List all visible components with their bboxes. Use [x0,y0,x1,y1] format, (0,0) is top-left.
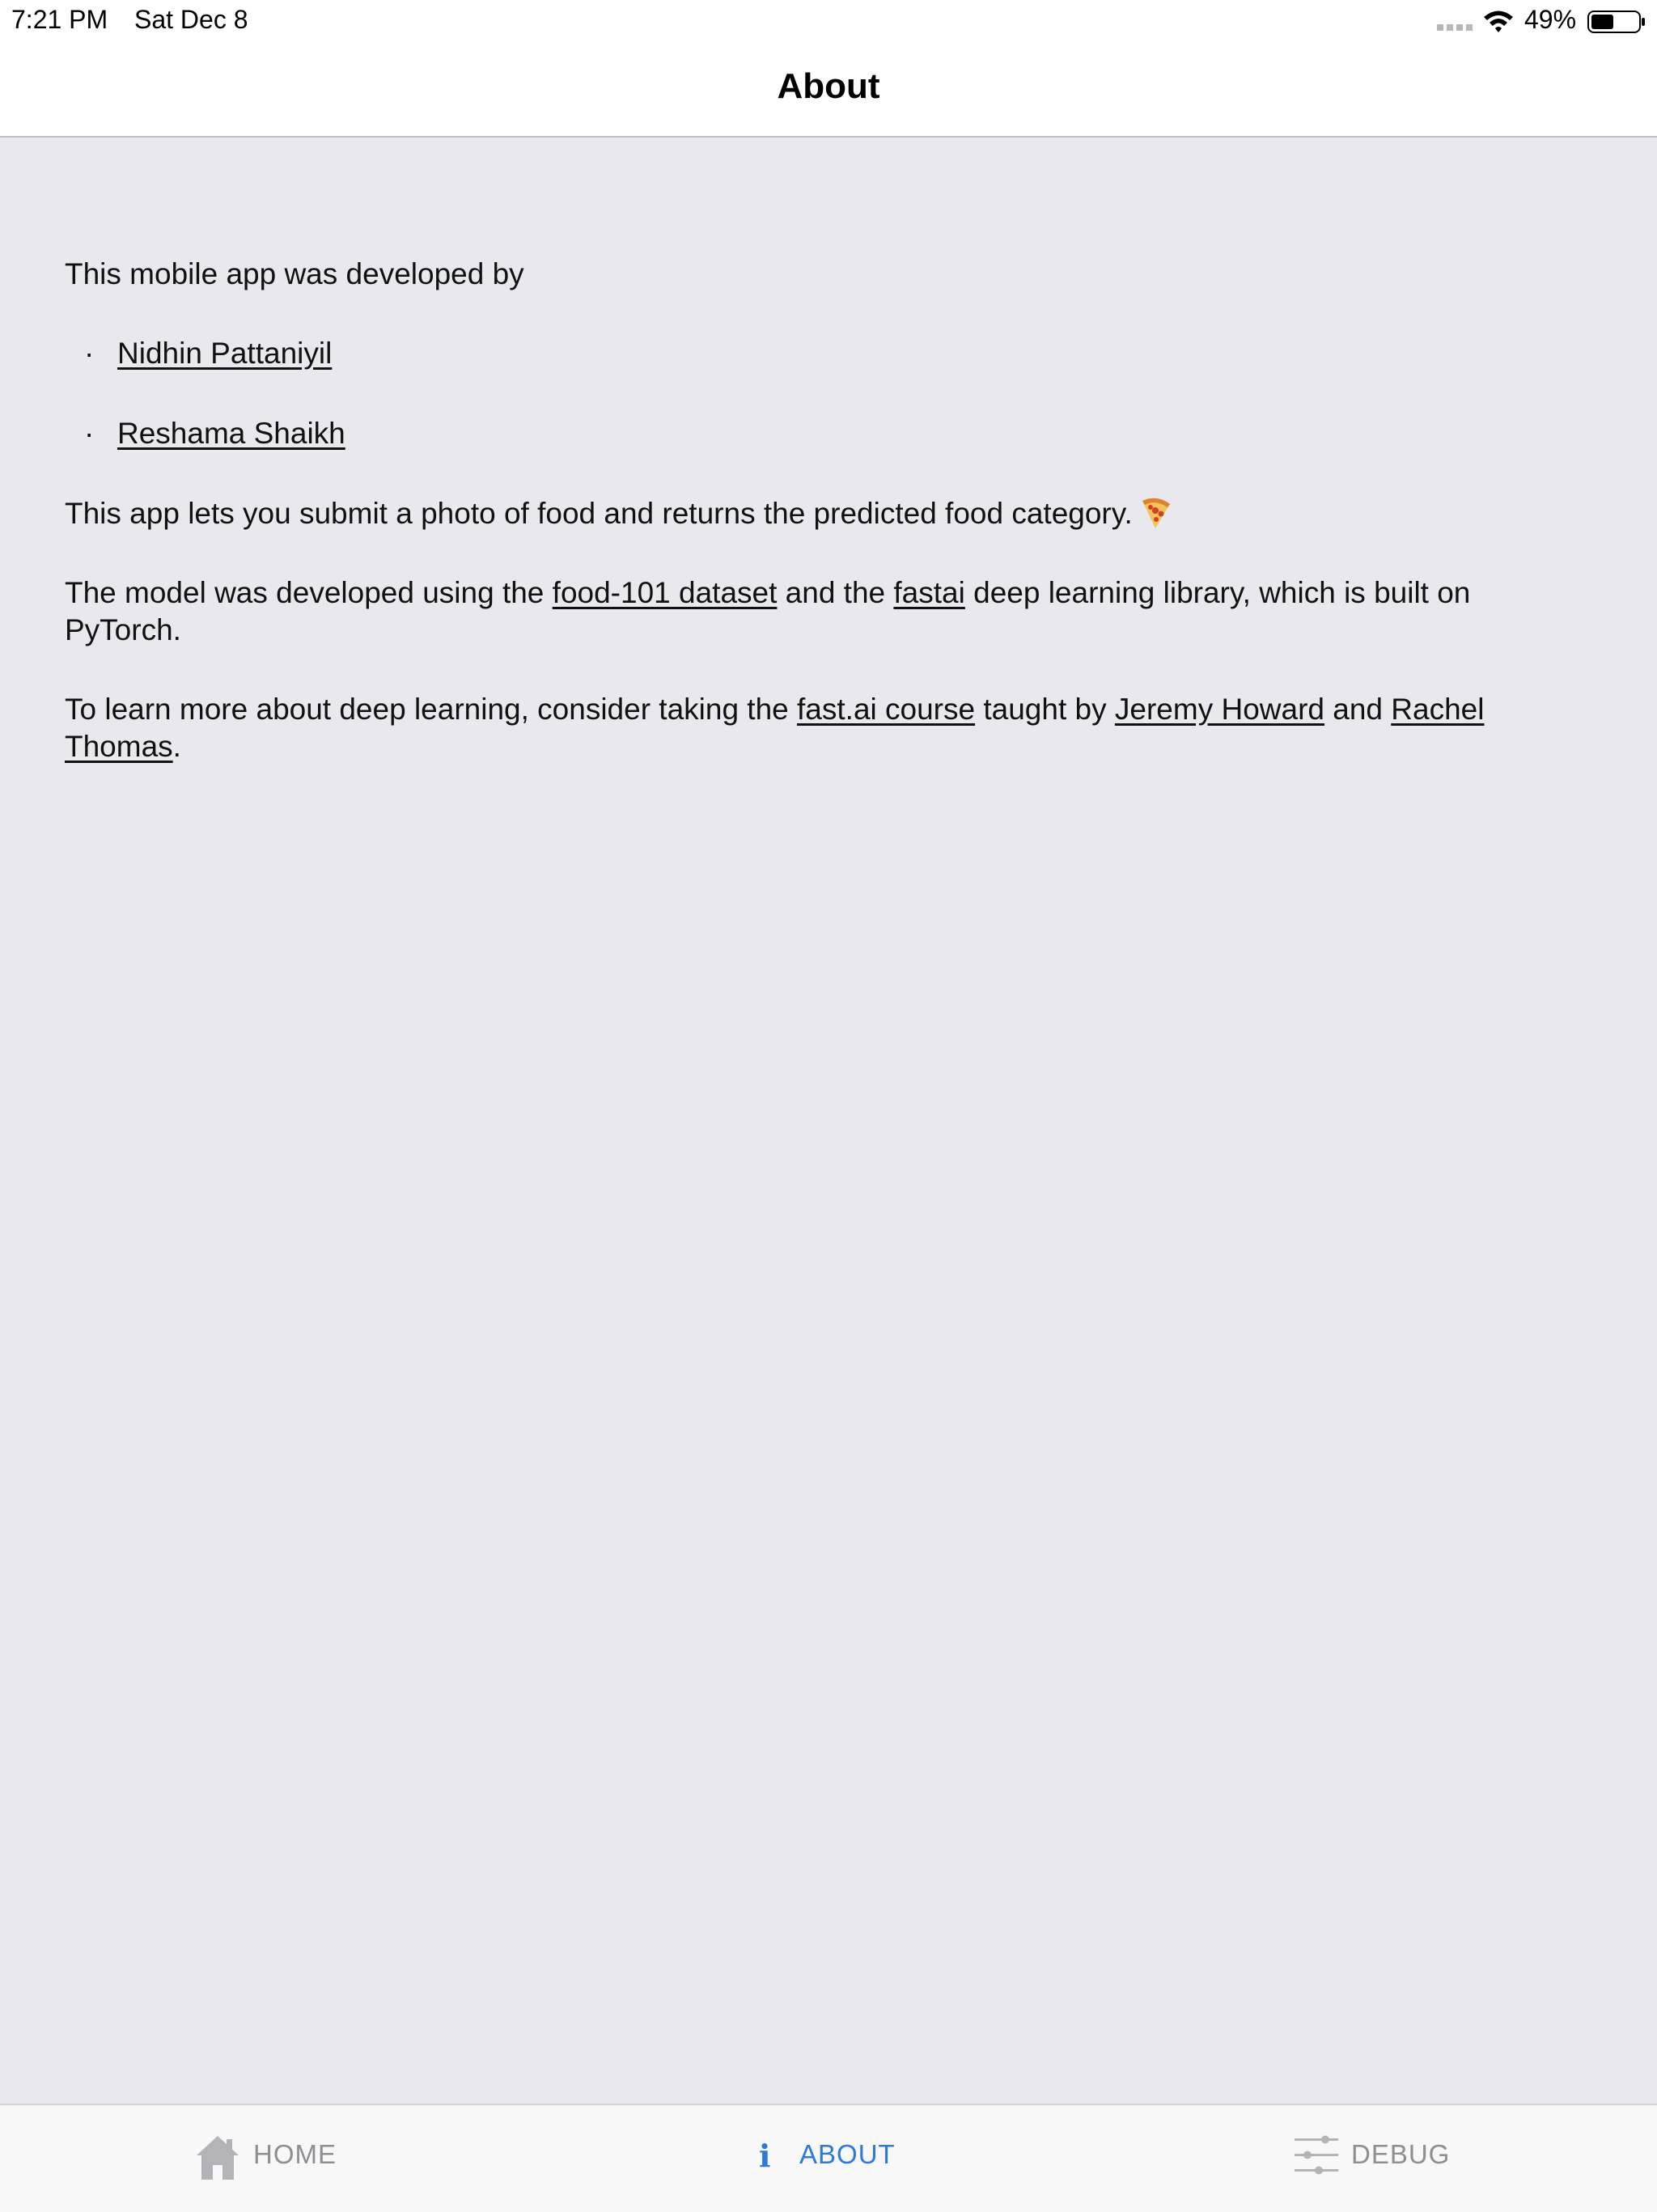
tab-bar: HOME i ABOUT DEBUG [0,2104,1657,2212]
cellular-signal-icon [1437,24,1474,31]
author-link-reshama[interactable]: Reshama Shaikh [117,417,345,450]
status-time: 7:21 PM [11,5,108,34]
info-icon: i [759,2138,771,2174]
tab-debug-label: DEBUG [1351,2139,1451,2169]
intro-text: This mobile app was developed by [65,257,524,290]
learn-text-2: taught by [975,693,1115,726]
list-bullet: · [84,337,95,370]
tab-home-label: HOME [253,2139,337,2169]
model-text-1: The model was developed using the [65,576,553,609]
page-title: About [777,66,880,106]
tab-about-label: ABOUT [799,2139,896,2169]
wifi-icon [1484,11,1513,32]
fastai-course-link[interactable]: fast.ai course [797,693,975,726]
battery-icon [1587,11,1645,33]
navigation-bar: About [0,42,1657,138]
learn-text-1: To learn more about deep learning, consi… [65,693,798,726]
learn-text-4: . [172,730,181,763]
about-content: This mobile app was developed by · Nidhi… [65,256,1594,807]
tab-about[interactable]: i ABOUT [752,2105,914,2212]
learn-text-3: and [1324,693,1392,726]
description-paragraph: This app lets you submit a photo of food… [65,495,1594,532]
author-list: · Nidhin Pattaniyil · Reshama Shaikh [65,335,1594,452]
author-link-nidhin[interactable]: Nidhin Pattaniyil [117,337,332,370]
status-bar: 7:21 PM Sat Dec 8 49% [0,0,1657,42]
author-list-item: · Reshama Shaikh [65,415,1594,452]
learn-paragraph: To learn more about deep learning, consi… [65,691,1594,765]
jeremy-howard-link[interactable]: Jeremy Howard [1115,693,1324,726]
list-bullet: · [84,417,95,450]
food-101-dataset-link[interactable]: food-101 dataset [553,576,778,609]
model-text-2: and the [777,576,894,609]
sliders-icon [1295,2135,1338,2175]
tab-debug[interactable]: DEBUG [1293,2105,1455,2212]
fastai-link[interactable]: fastai [893,576,964,609]
status-date: Sat Dec 8 [134,5,248,34]
author-list-item: · Nidhin Pattaniyil [65,335,1594,372]
home-icon [197,2136,239,2180]
pizza-icon [1142,498,1170,528]
tab-home[interactable]: HOME [194,2105,348,2212]
battery-percentage: 49% [1524,5,1577,34]
description-text: This app lets you submit a photo of food… [65,497,1133,530]
model-paragraph: The model was developed using the food-1… [65,574,1594,649]
